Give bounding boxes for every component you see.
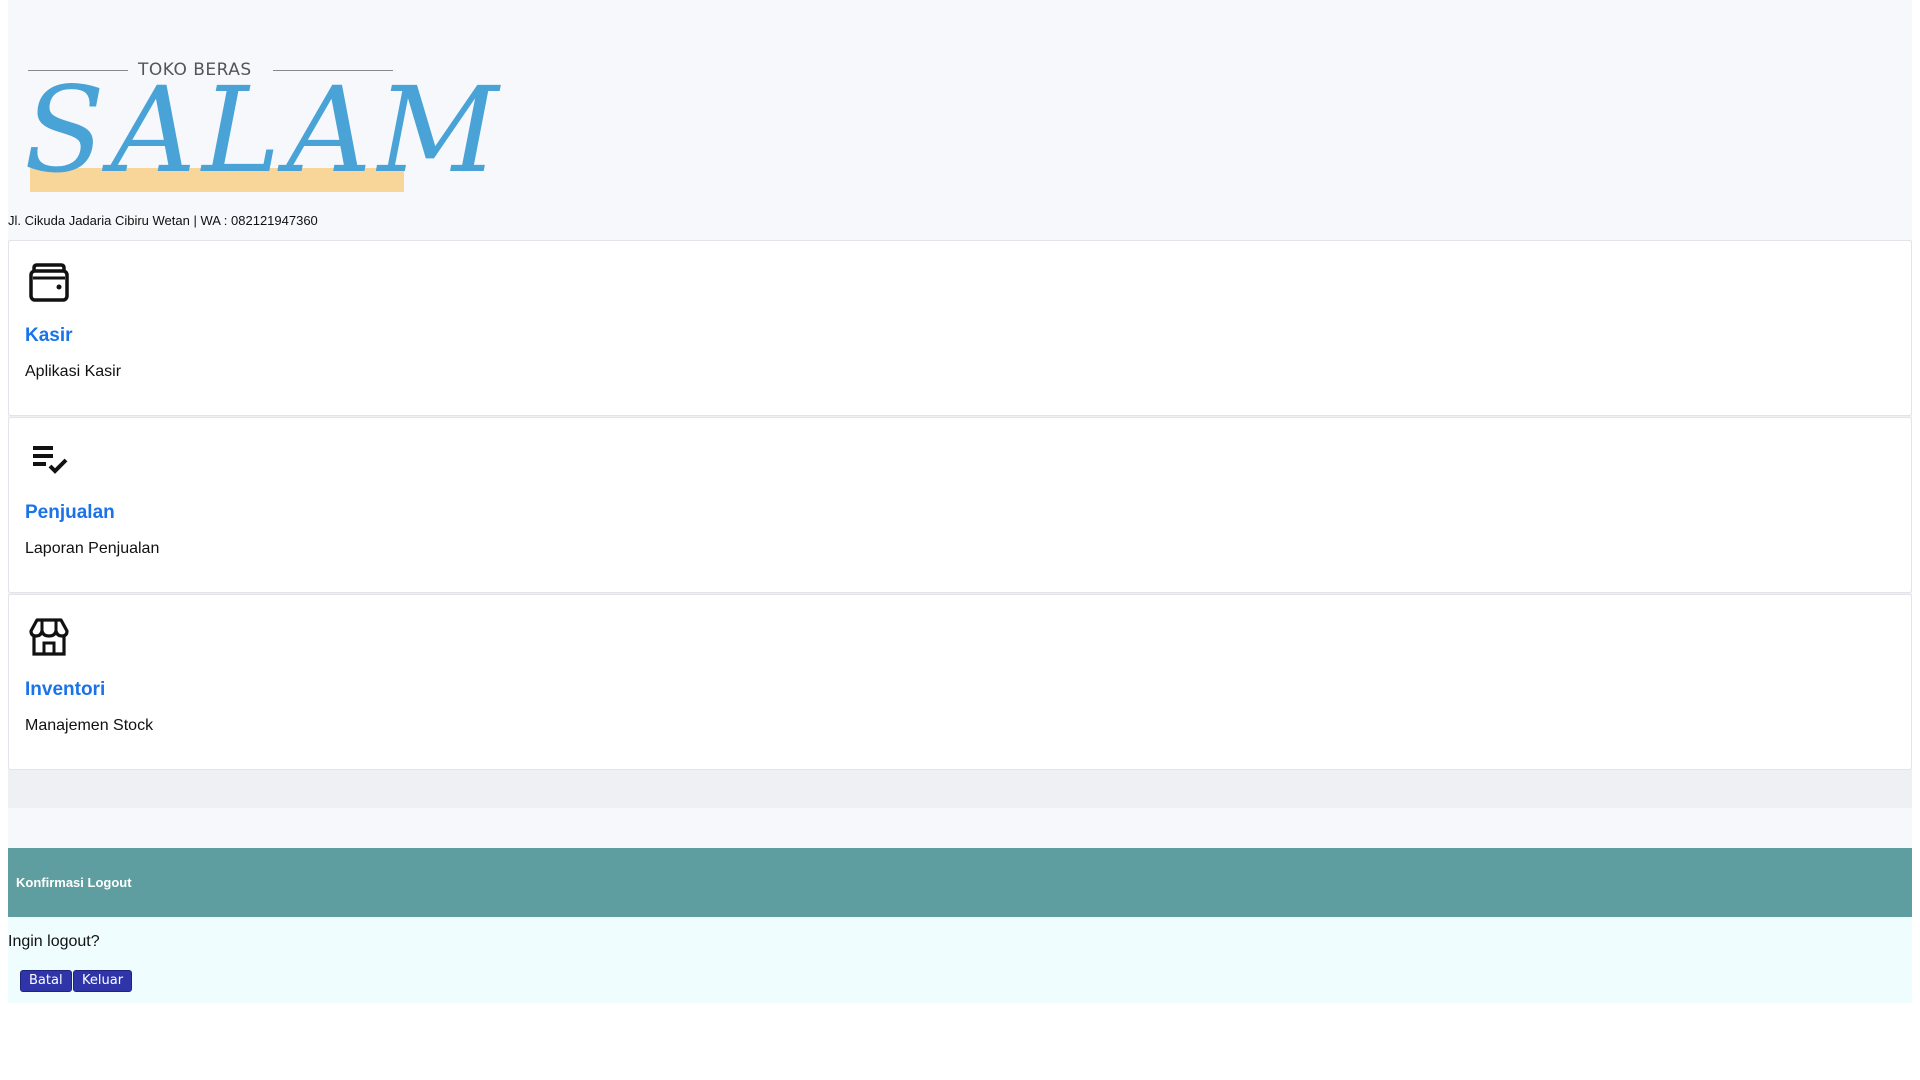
logout-dialog-body: Ingin logout? Batal Keluar	[8, 917, 1912, 1003]
cancel-button[interactable]: Batal	[20, 970, 72, 992]
logout-question: Ingin logout?	[8, 933, 100, 950]
menu-list: Kasir Aplikasi Kasir Penjualan Laporan P…	[8, 240, 1912, 808]
store-logo: TOKO BERAS SALAM	[18, 58, 498, 198]
menu-card-penjualan[interactable]: Penjualan Laporan Penjualan	[8, 417, 1912, 593]
logout-dialog-title: Konfirmasi Logout	[16, 875, 132, 890]
menu-card-title: Inventori	[25, 679, 106, 700]
menu-card-title: Penjualan	[25, 502, 115, 523]
logout-dialog-header: Konfirmasi Logout	[8, 848, 1912, 917]
storefront-icon	[25, 613, 73, 661]
checklist-icon	[25, 436, 73, 484]
menu-card-description: Aplikasi Kasir	[25, 363, 122, 380]
wallet-icon	[25, 259, 73, 307]
menu-card-title: Kasir	[25, 325, 73, 346]
spacer	[8, 808, 1912, 848]
menu-card-description: Manajemen Stock	[25, 717, 154, 734]
menu-card-description: Laporan Penjualan	[25, 540, 160, 557]
menu-card-kasir[interactable]: Kasir Aplikasi Kasir	[8, 240, 1912, 416]
header: TOKO BERAS SALAM Jl. Cikuda Jadaria Cibi…	[8, 0, 1912, 240]
logout-button[interactable]: Keluar	[73, 970, 133, 992]
menu-card-inventori[interactable]: Inventori Manajemen Stock	[8, 594, 1912, 770]
page: TOKO BERAS SALAM Jl. Cikuda Jadaria Cibi…	[8, 0, 1912, 1003]
store-address: Jl. Cikuda Jadaria Cibiru Wetan | WA : 0…	[8, 213, 318, 228]
logo-name: SALAM	[24, 61, 505, 199]
